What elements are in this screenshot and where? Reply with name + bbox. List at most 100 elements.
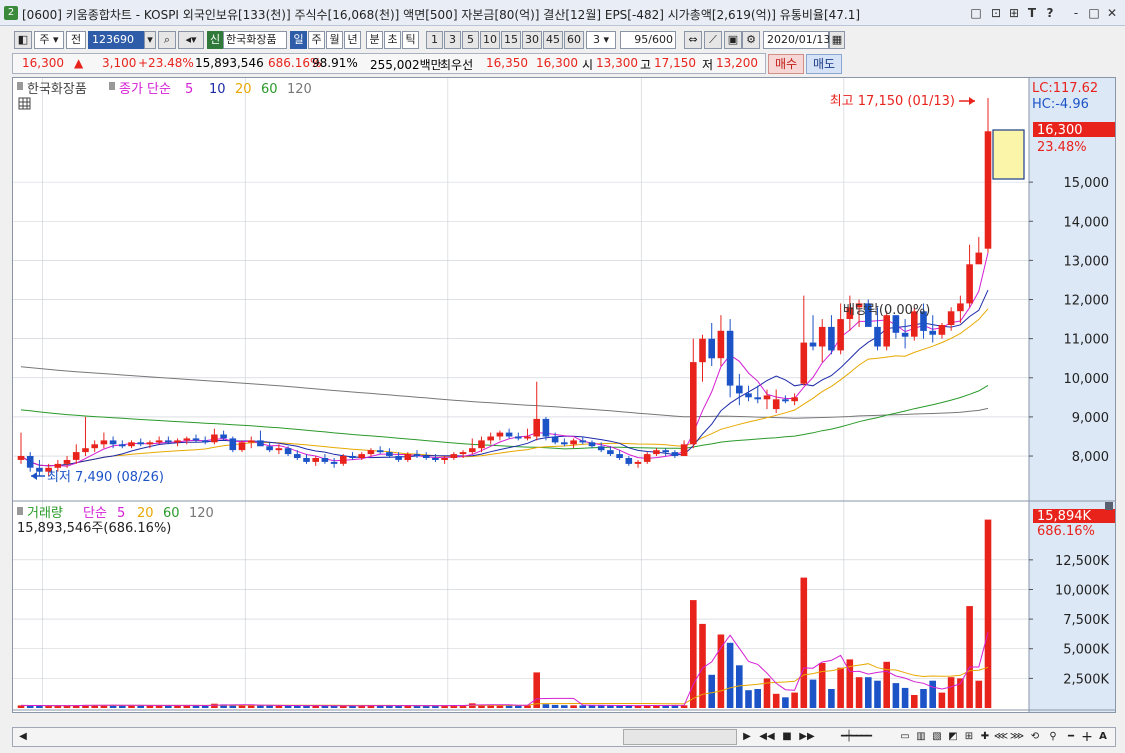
candle-body: [478, 440, 485, 449]
quote-best-ask: 16,350: [486, 56, 528, 70]
tab-period-second[interactable]: 초: [384, 31, 401, 49]
stock-code-dropdown-icon[interactable]: ▾: [144, 31, 156, 49]
volume-bar: [874, 680, 881, 708]
grid-toggle-icon[interactable]: [18, 97, 31, 110]
step-forward-icon[interactable]: ⋙: [1009, 729, 1025, 745]
auto-scale-icon[interactable]: A: [1095, 729, 1111, 745]
volume-bar: [588, 705, 596, 708]
candlesticks: [17, 98, 992, 476]
interval-10[interactable]: 10: [480, 31, 500, 49]
legend-ma-10: 10: [209, 82, 226, 97]
interval-3[interactable]: 3: [444, 31, 461, 49]
sell-button[interactable]: 매도: [806, 54, 842, 74]
scroll-thumb[interactable]: [623, 729, 737, 745]
stock-code-input[interactable]: 123690: [88, 31, 144, 49]
maximize-icon[interactable]: □: [1086, 5, 1102, 21]
layout-icon[interactable]: ⊞: [1006, 5, 1022, 21]
volume-tick-label: 10,000K: [1055, 583, 1109, 598]
candle-body: [91, 444, 98, 449]
candle-body: [220, 434, 227, 439]
buy-button[interactable]: 매수: [768, 54, 804, 74]
crosshair-icon[interactable]: ✚: [977, 729, 993, 745]
tool-icon[interactable]: ▧: [929, 729, 945, 745]
interval-30[interactable]: 30: [522, 31, 542, 49]
tab-period-year[interactable]: 년: [344, 31, 361, 49]
chart-svg[interactable]: 15,000 14,000 13,000 12,000 11,000 10,000 9,00…: [13, 78, 1115, 728]
candle-body: [975, 252, 983, 265]
candle-body: [192, 438, 200, 441]
candle-body: [828, 326, 835, 351]
panel-expand-icon[interactable]: [1105, 502, 1113, 510]
rewind-icon[interactable]: ◀◀: [759, 729, 775, 745]
stop-icon[interactable]: ■: [779, 729, 795, 745]
chart-area[interactable]: 15,000 14,000 13,000 12,000 11,000 10,000 9,00…: [12, 77, 1116, 728]
high-arrow-head: [969, 97, 975, 105]
zoom-in-icon[interactable]: +: [1079, 729, 1095, 745]
search-icon[interactable]: ⌕: [158, 31, 176, 49]
price-tick-label: 8,000: [1072, 450, 1109, 465]
quote-best-label: 최우선: [440, 58, 474, 72]
layout-menu-icon[interactable]: ◧: [14, 31, 32, 49]
count-field[interactable]: 95/600: [620, 31, 676, 49]
interval-60[interactable]: 60: [564, 31, 584, 49]
period-type-select[interactable]: 주 ▾: [34, 31, 64, 49]
tab-period-week[interactable]: 주: [308, 31, 325, 49]
interval-select[interactable]: 3 ▾: [586, 31, 616, 49]
tab-period-minute[interactable]: 분: [366, 31, 383, 49]
split-icon[interactable]: ▥: [913, 729, 929, 745]
overlay-icon[interactable]: ▭: [897, 729, 913, 745]
indicator-icon[interactable]: ⟋: [704, 31, 722, 49]
candle-body: [469, 448, 476, 453]
last-volume-pct: 686.16%: [1037, 524, 1095, 539]
market-select[interactable]: 전: [66, 31, 86, 49]
step-back-icon[interactable]: ⋘: [993, 729, 1009, 745]
close-icon[interactable]: ✕: [1104, 5, 1120, 21]
quote-ratio2: 98.91%: [312, 56, 358, 70]
interval-45[interactable]: 45: [543, 31, 563, 49]
candle-body: [395, 456, 402, 460]
interval-15[interactable]: 15: [501, 31, 521, 49]
tab-period-day[interactable]: 일: [290, 31, 307, 49]
price-tick-label: 9,000: [1072, 411, 1109, 426]
volume-bar: [533, 672, 540, 708]
draw-icon[interactable]: ◩: [945, 729, 961, 745]
help-icon[interactable]: ?: [1042, 5, 1058, 21]
calendar-icon[interactable]: ▦: [829, 31, 845, 49]
magnify-icon[interactable]: ⚲: [1045, 729, 1061, 745]
restore-icon[interactable]: □: [968, 5, 984, 21]
zoom-area-icon[interactable]: ⊞: [961, 729, 977, 745]
interval-5[interactable]: 5: [462, 31, 479, 49]
lc-value: LC:117.62: [1032, 81, 1098, 96]
interval-1[interactable]: 1: [426, 31, 443, 49]
tab-period-month[interactable]: 월: [326, 31, 343, 49]
scroll-left-icon[interactable]: ◀: [15, 729, 31, 745]
candle-body: [643, 454, 651, 462]
zoom-slider[interactable]: ━┿━━━━: [821, 729, 891, 745]
candle-body: [376, 450, 384, 453]
candle-body: [837, 319, 844, 351]
candle-body: [137, 442, 144, 445]
tile-icon[interactable]: ⊡: [988, 5, 1004, 21]
scroll-right-icon[interactable]: ▶: [739, 729, 755, 745]
save-icon[interactable]: ▣: [724, 31, 742, 49]
minimize-icon[interactable]: ‐: [1068, 5, 1084, 21]
candle-body: [174, 440, 181, 443]
tab-period-tick[interactable]: 틱: [402, 31, 419, 49]
quote-best-bid: 16,300: [536, 56, 578, 70]
zoom-out-icon[interactable]: ━: [1063, 729, 1079, 745]
title-bar: 2 [0600] 키움종합차트 - KOSPI 외국인보유[133(천)] 주식…: [0, 0, 1125, 26]
stock-name-field: 한국화장품: [223, 31, 287, 49]
settings-icon[interactable]: ⚙: [742, 31, 760, 49]
fast-forward-icon[interactable]: ▶▶: [799, 729, 815, 745]
chart-scrollbar[interactable]: ◀ ▶ ◀◀ ■ ▶▶ ━┿━━━━ ▭ ▥ ▧ ◩ ⊞ ✚ ⋘ ⋙ ⟲ ⚲ ━…: [12, 727, 1116, 747]
candle-body: [257, 440, 264, 447]
volume-bar: [984, 519, 992, 708]
date-input[interactable]: 2020/01/13: [763, 31, 830, 49]
reset-icon[interactable]: ⟲: [1027, 729, 1043, 745]
candle-body: [561, 442, 568, 445]
sound-icon[interactable]: ◂▾: [178, 31, 204, 49]
font-icon[interactable]: T: [1024, 5, 1040, 21]
volume-bar: [920, 689, 927, 708]
compare-icon[interactable]: ⇔: [684, 31, 702, 49]
candle-body: [330, 461, 338, 464]
